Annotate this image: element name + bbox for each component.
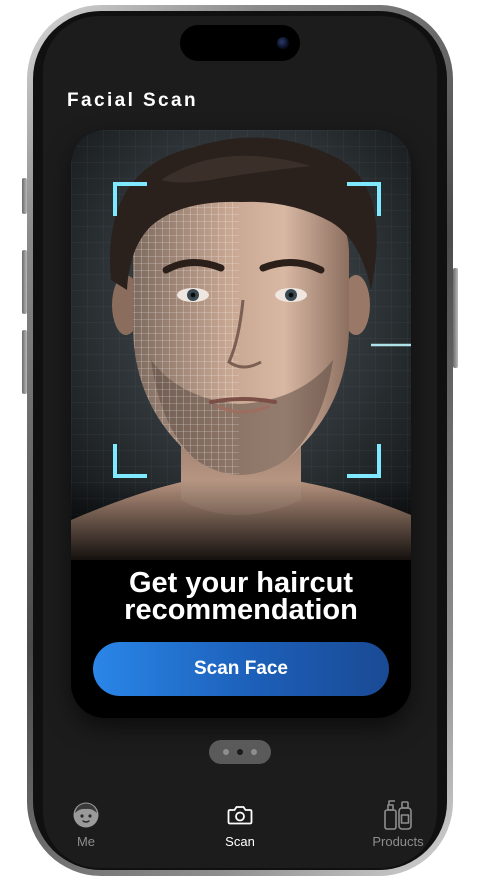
app-screen: Facial Scan Get your haircut recommendat… (43, 16, 437, 868)
page-dot-3[interactable] (251, 749, 257, 755)
scan-card: Get your haircut recommendation Scan Fac… (71, 130, 411, 718)
tab-products-label: Products (372, 834, 424, 849)
tab-me[interactable]: Me (43, 800, 131, 849)
headline-line-1: Get your haircut (129, 567, 353, 599)
page-dot-1[interactable] (223, 749, 229, 755)
volume-up-button (22, 250, 27, 314)
page-dot-2-active[interactable] (237, 749, 243, 755)
volume-down-button (22, 330, 27, 394)
tab-scan-label: Scan (225, 834, 255, 849)
dynamic-island (180, 25, 300, 61)
camera-icon (227, 806, 253, 825)
face-icon (73, 802, 99, 828)
tab-me-label: Me (76, 834, 96, 849)
headline-line-2: recommendation (124, 594, 358, 626)
page-indicator[interactable] (209, 740, 271, 764)
power-button (453, 268, 458, 368)
action-button (22, 178, 27, 214)
headline: Get your haircut recommendation (71, 567, 411, 626)
scan-face-button[interactable]: Scan Face (93, 642, 389, 696)
bottles-icon (384, 800, 412, 830)
photo-gradient-fade (71, 480, 411, 570)
front-camera-icon (277, 37, 289, 49)
tab-products[interactable]: Products (353, 800, 437, 849)
tab-bar: Me Scan Products (43, 792, 437, 868)
page-title: Facial Scan (67, 90, 198, 111)
tab-scan[interactable]: Scan (195, 800, 285, 849)
